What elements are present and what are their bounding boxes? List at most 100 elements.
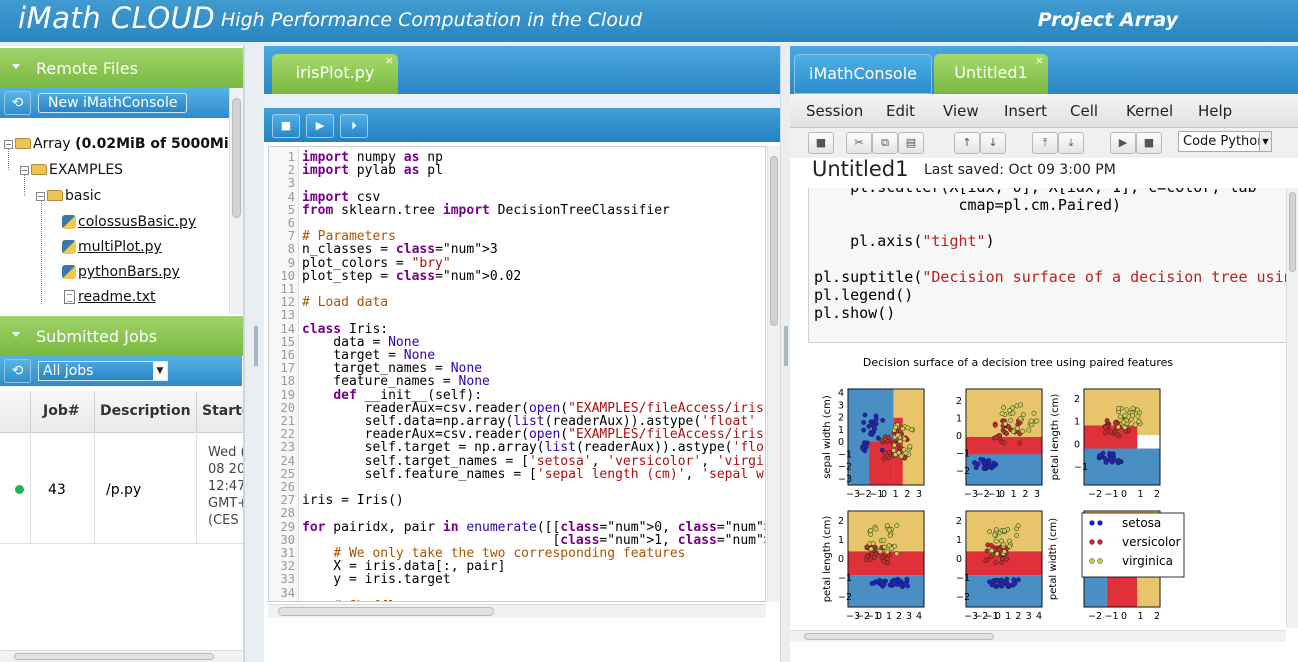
notebook-title[interactable]: Untitled1 bbox=[812, 157, 908, 181]
splitter-grip[interactable] bbox=[784, 326, 788, 366]
tree-root-node[interactable]: − Array (0.02MiB of 5000MiB) bbox=[4, 134, 228, 154]
jobs-filter-select[interactable]: All jobs ▼ bbox=[38, 361, 168, 381]
remote-files-header[interactable]: Remote Files bbox=[0, 48, 243, 88]
menu-edit[interactable]: Edit bbox=[886, 102, 915, 120]
line-number-gutter: 1 2 3 4 5 6 7 8 9 10 11 12 13 14 15 16 17 18 19 20 21 22 23 24 2… bbox=[269, 147, 299, 601]
file-link[interactable]: readme.txt bbox=[78, 289, 156, 305]
editor-vertical-scrollbar[interactable] bbox=[767, 146, 780, 602]
submit-job-icon[interactable]: ⏵ bbox=[340, 114, 368, 138]
scrollbar-thumb[interactable] bbox=[804, 633, 994, 640]
splitter-grip[interactable] bbox=[254, 326, 258, 366]
save-icon[interactable]: ■ bbox=[272, 114, 300, 138]
folder-label: EXAMPLES bbox=[49, 162, 124, 178]
scrollbar-thumb[interactable] bbox=[232, 98, 241, 218]
data-point bbox=[864, 553, 870, 559]
tab-imathconsole[interactable]: iMathConsole bbox=[794, 54, 932, 94]
data-point bbox=[898, 453, 904, 459]
file-link[interactable]: multiPlot.py bbox=[78, 239, 162, 255]
menu-view[interactable]: View bbox=[943, 102, 979, 120]
close-tab-icon[interactable]: × bbox=[1035, 46, 1044, 80]
insert-below-icon[interactable]: ⤓ bbox=[1058, 132, 1084, 154]
editor-horizontal-scrollbar[interactable] bbox=[268, 604, 766, 618]
cut-icon[interactable]: ✂ bbox=[846, 132, 872, 154]
data-point bbox=[1004, 556, 1010, 562]
collapse-icon[interactable]: − bbox=[36, 191, 45, 201]
collapse-icon[interactable]: − bbox=[20, 165, 29, 175]
left-splitter[interactable] bbox=[244, 46, 264, 662]
column-header-started[interactable]: Starte bbox=[202, 403, 243, 419]
tab-untitled1[interactable]: Untitled1 × bbox=[934, 54, 1048, 94]
refresh-jobs-button[interactable]: ⟲ bbox=[4, 359, 31, 383]
scrollbar-thumb[interactable] bbox=[278, 607, 494, 616]
line-number: 29 bbox=[280, 519, 295, 534]
refresh-files-button[interactable]: ⟲ bbox=[4, 91, 31, 115]
menu-help[interactable]: Help bbox=[1198, 102, 1232, 120]
data-point bbox=[882, 450, 888, 456]
data-point bbox=[1103, 459, 1109, 465]
close-tab-icon[interactable]: × bbox=[385, 46, 394, 80]
tab-irisplot[interactable]: irisPlot.py × bbox=[272, 54, 398, 94]
stop-icon[interactable]: ■ bbox=[1136, 132, 1162, 154]
run-icon[interactable]: ▶ bbox=[306, 114, 334, 138]
menu-insert[interactable]: Insert bbox=[1004, 102, 1047, 120]
code-cell[interactable]: pl.scatter(X[idx, 0], X[idx, 1], c=color… bbox=[808, 188, 1298, 343]
y-tick-label: −2 bbox=[838, 462, 852, 473]
tree-file[interactable]: readme.txt bbox=[64, 287, 156, 307]
scrollbar-thumb[interactable] bbox=[770, 156, 778, 326]
x-tick-label: 2 bbox=[1154, 489, 1160, 500]
move-down-icon[interactable]: ↓ bbox=[980, 132, 1006, 154]
dropdown-arrow-icon[interactable]: ▼ bbox=[153, 362, 167, 380]
legend-marker bbox=[1097, 539, 1103, 545]
file-link[interactable]: colossusBasic.py bbox=[78, 214, 196, 230]
run-cell-icon[interactable]: ▶ bbox=[1110, 132, 1136, 154]
save-notebook-icon[interactable]: ■ bbox=[808, 132, 834, 154]
line-number: 28 bbox=[280, 506, 295, 521]
data-point bbox=[873, 526, 879, 532]
tree-file[interactable]: colossusBasic.py bbox=[62, 212, 196, 232]
cell-type-select[interactable]: Code Python ▼ bbox=[1178, 131, 1272, 152]
insert-above-icon[interactable]: ⤒ bbox=[1032, 132, 1058, 154]
left-horizontal-scrollbar[interactable] bbox=[0, 650, 242, 662]
jobs-toolbar: ⟲ All jobs ▼ bbox=[0, 356, 242, 386]
data-point bbox=[881, 456, 887, 462]
menu-kernel[interactable]: Kernel bbox=[1126, 102, 1173, 120]
tree-folder-examples[interactable]: − EXAMPLES bbox=[20, 160, 123, 180]
menu-cell[interactable]: Cell bbox=[1070, 102, 1098, 120]
data-point bbox=[986, 458, 992, 464]
paste-icon[interactable]: ▤ bbox=[898, 132, 924, 154]
tree-file[interactable]: multiPlot.py bbox=[62, 237, 162, 257]
x-tick-label: 2 bbox=[1154, 611, 1160, 621]
menu-session[interactable]: Session bbox=[806, 102, 863, 120]
copy-icon[interactable]: ⧉ bbox=[872, 132, 898, 154]
move-up-icon[interactable]: ↑ bbox=[954, 132, 980, 154]
code-editor[interactable]: 1 2 3 4 5 6 7 8 9 10 11 12 13 14 15 16 17 18 19 20 21 22 23 24 2… bbox=[268, 146, 766, 602]
scrollbar-thumb[interactable] bbox=[14, 653, 214, 660]
y-tick-label: 0 bbox=[838, 554, 844, 565]
data-point bbox=[862, 412, 868, 418]
notebook-horizontal-scrollbar[interactable] bbox=[790, 630, 1286, 642]
tree-folder-basic[interactable]: − basic bbox=[36, 186, 101, 206]
table-row[interactable]: 43 /p.py Wed ( 08 20 12:47 GMT+ (CES bbox=[0, 434, 243, 544]
cell-code-line: cmap=pl.cm.Paired) bbox=[814, 196, 1122, 214]
data-point bbox=[886, 455, 892, 461]
data-point bbox=[1122, 424, 1128, 430]
right-splitter[interactable] bbox=[780, 46, 790, 662]
column-header-job[interactable]: Job# bbox=[43, 403, 80, 419]
project-name[interactable]: Project Array bbox=[1038, 9, 1178, 31]
data-point bbox=[994, 551, 1000, 557]
files-scrollbar[interactable] bbox=[229, 88, 243, 314]
column-header-description[interactable]: Description bbox=[100, 403, 191, 419]
scrollbar-thumb[interactable] bbox=[1289, 192, 1296, 272]
new-console-button[interactable]: New iMathConsole bbox=[38, 93, 188, 113]
data-point bbox=[895, 432, 901, 438]
jobs-table: Job# Description Starte 43 /p.py Wed ( 0… bbox=[0, 391, 243, 591]
jobs-table-header: Job# Description Starte bbox=[0, 391, 243, 433]
file-link[interactable]: pythonBars.py bbox=[78, 264, 180, 280]
tree-file[interactable]: pythonBars.py bbox=[62, 262, 180, 282]
notebook-vertical-scrollbar[interactable] bbox=[1286, 188, 1298, 628]
y-tick-label: 2 bbox=[1074, 394, 1080, 405]
submitted-jobs-header[interactable]: Submitted Jobs bbox=[0, 316, 243, 356]
dropdown-arrow-icon[interactable]: ▼ bbox=[1259, 132, 1271, 151]
data-point bbox=[1132, 422, 1138, 428]
collapse-icon[interactable]: − bbox=[4, 139, 13, 149]
